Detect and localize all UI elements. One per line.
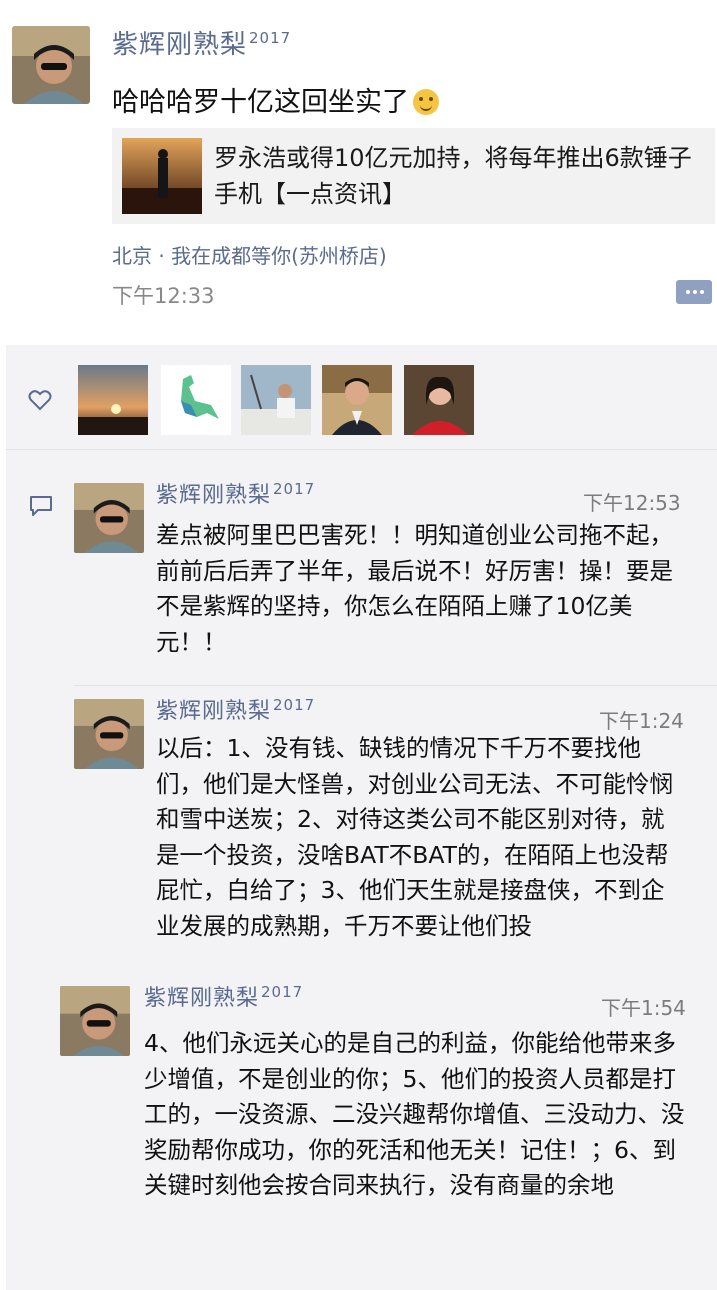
shared-link-card[interactable]: 罗永浩或得10亿元加持，将每年推出6款锤子手机【一点资讯】 xyxy=(112,128,715,224)
comment-text: 以后：1、没有钱、缺钱的情况下千万不要找他们，他们是大怪兽，对创业公司无法、不可… xyxy=(156,734,673,940)
comment-item: 紫辉刚熟梨 2017 下午1:54 4、他们永远关心的是自己的利益，你能给他带来多… xyxy=(50,974,717,1290)
post-time: 下午12:33 xyxy=(112,284,215,308)
more-dots-icon[interactable] xyxy=(676,280,712,304)
commenter-name[interactable]: 紫辉刚熟梨 2017 xyxy=(156,693,315,725)
comment-time: 下午12:53 xyxy=(583,491,681,515)
liker-avatar[interactable] xyxy=(161,365,231,435)
commenter-name[interactable]: 紫辉刚熟梨 2017 xyxy=(144,980,303,1012)
post-text: 哈哈哈罗十亿这回坐实了 xyxy=(112,80,439,119)
comment-text: 差点被阿里巴巴害死！！明知道创业公司拖不起，前前后后弄了半年，最后说不！好厉害！… xyxy=(156,521,673,656)
liker-avatar[interactable] xyxy=(241,365,311,435)
likes-row xyxy=(6,345,717,450)
moment-post: 紫辉刚熟梨 2017 哈哈哈罗十亿这回坐实了 罗永浩或得10亿元加持，将每年推出6… xyxy=(0,0,717,340)
comment-time: 下午1:24 xyxy=(599,709,684,733)
link-thumbnail xyxy=(122,138,202,214)
author-avatar[interactable] xyxy=(12,26,90,104)
heart-icon xyxy=(28,390,52,411)
author-name[interactable]: 紫辉刚熟梨 2017 xyxy=(112,24,291,61)
liker-avatar[interactable] xyxy=(322,365,392,435)
comment-text: 4、他们永远关心的是自己的利益，你能给他带来多少增值，不是创业的你；5、他们的投… xyxy=(144,1029,685,1199)
commenter-avatar[interactable] xyxy=(60,986,130,1056)
comment-bubble-icon xyxy=(30,496,52,516)
liker-avatar[interactable] xyxy=(404,365,474,435)
comment-time: 下午1:54 xyxy=(601,996,686,1020)
commenter-name[interactable]: 紫辉刚熟梨 2017 xyxy=(156,477,315,509)
liker-avatar[interactable] xyxy=(78,365,148,435)
comment-item: 紫辉刚熟梨 2017 下午12:53 差点被阿里巴巴害死！！明知道创业公司拖不起，… xyxy=(6,465,717,685)
comment-item: 紫辉刚熟梨 2017 下午1:24 以后：1、没有钱、缺钱的情况下千万不要找他们，… xyxy=(6,685,717,985)
commenter-avatar[interactable] xyxy=(74,699,144,769)
post-location[interactable]: 北京 · 我在成都等你(苏州桥店) xyxy=(112,240,387,269)
thinking-emoji-icon xyxy=(413,89,439,115)
link-title: 罗永浩或得10亿元加持，将每年推出6款锤子手机【一点资讯】 xyxy=(214,144,692,208)
commenter-avatar[interactable] xyxy=(74,483,144,553)
